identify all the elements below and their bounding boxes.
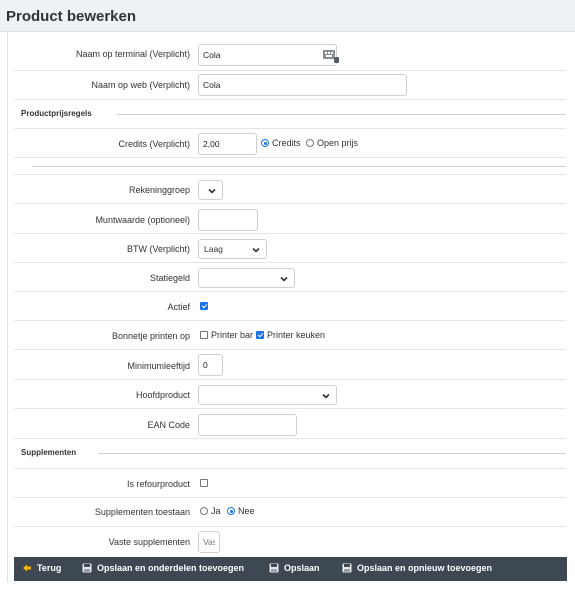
row-divider (14, 158, 566, 175)
section-divider (117, 114, 566, 115)
row-vaste-supplementen: Vaste supplementen (14, 527, 566, 556)
save-icon (269, 563, 279, 573)
radio-open-prijs-icon (306, 139, 314, 147)
naam-web-label: Naam op web (Verplicht) (91, 80, 190, 90)
printer-keuken-option[interactable]: Printer keuken (256, 330, 325, 340)
credits-input[interactable]: 2,00 (198, 133, 257, 155)
section-divider (98, 453, 566, 454)
bonnetje-label: Bonnetje printen op (111, 331, 190, 341)
row-ean: EAN Code (14, 409, 566, 439)
ean-label: EAN Code (147, 420, 190, 430)
credits-label: Credits (Verplicht) (118, 139, 190, 149)
section-productprijsregels-title: Productprijsregels (21, 109, 92, 118)
refourproduct-checkbox[interactable] (200, 479, 208, 487)
save-icon (82, 563, 92, 573)
rekeninggroep-label: Rekeninggroep (128, 185, 190, 195)
supplementen-radio-ja[interactable]: Ja (200, 506, 221, 516)
supplementen-toestaan-label: Supplementen toestaan (94, 507, 190, 517)
refourproduct-label: Is refourproduct (126, 479, 190, 489)
row-muntwaarde: Muntwaarde (optioneel) (14, 204, 566, 234)
minimumleeftijd-label: Minimumleeftijd (127, 361, 190, 371)
row-hoofdproduct: Hoofdproduct (14, 380, 566, 409)
hoofdproduct-select[interactable] (198, 385, 337, 405)
muntwaarde-label: Muntwaarde (optioneel) (95, 215, 190, 225)
row-minimumleeftijd: Minimumleeftijd 0 (14, 350, 566, 380)
btw-value: Laag (204, 244, 223, 254)
btw-select[interactable]: Laag (198, 239, 267, 259)
footer-toolbar: Terug Opslaan en onderdelen toevoegen Op… (14, 557, 567, 581)
radio-open-prijs-label: Open prijs (317, 138, 359, 148)
minimumleeftijd-value: 0 (203, 360, 208, 370)
statiegeld-label: Statiegeld (149, 273, 190, 283)
ean-input[interactable] (198, 414, 297, 436)
page-title: Product bewerken (6, 8, 137, 25)
section-supplementen-title: Supplementen (21, 448, 77, 457)
muntwaarde-input[interactable] (198, 209, 258, 231)
row-bonnetje: Bonnetje printen op Printer bar Printer … (14, 321, 566, 350)
printer-bar-checkbox[interactable] (200, 331, 208, 339)
page-header: Product bewerken (0, 0, 575, 32)
chevron-down-icon (280, 276, 288, 282)
section-productprijsregels: Productprijsregels (14, 109, 566, 121)
radio-credits-icon (261, 139, 269, 147)
terug-button[interactable]: Terug (22, 563, 61, 573)
printer-bar-label: Printer bar (211, 330, 254, 340)
terug-label: Terug (37, 563, 62, 573)
row-naam-terminal: Naam op terminal (Verplicht) Cola (14, 39, 566, 71)
save-icon (342, 563, 352, 573)
chevron-down-icon (208, 188, 216, 194)
opslaan-onderdelen-label: Opslaan en onderdelen toevoegen (97, 563, 245, 573)
printer-keuken-checkbox[interactable] (256, 331, 264, 339)
naam-terminal-value: Cola (203, 50, 221, 60)
opslaan-label: Opslaan (284, 563, 320, 573)
price-rule-divider (32, 166, 566, 167)
btw-label: BTW (Verplicht) (126, 244, 190, 254)
naam-web-input[interactable]: Cola (198, 74, 407, 96)
vaste-supplementen-label: Vaste supplementen (108, 537, 190, 547)
row-rekeninggroep: Rekeninggroep (14, 175, 566, 204)
credits-radio-credits[interactable]: Credits (261, 138, 301, 148)
supplementen-radio-nee[interactable]: Nee (227, 506, 255, 516)
opslaan-opnieuw-label: Opslaan en opnieuw toevoegen (357, 563, 493, 573)
credits-radio-open-prijs[interactable]: Open prijs (306, 138, 358, 148)
radio-ja-label: Ja (211, 506, 221, 516)
row-supplementen-toestaan: Supplementen toestaan Ja Nee (14, 498, 566, 527)
row-credits: Credits (Verplicht) 2,00 Credits Open pr… (14, 128, 566, 158)
vaste-supplementen-input[interactable] (198, 531, 220, 553)
chevron-down-icon (322, 393, 330, 399)
actief-checkbox[interactable] (200, 302, 208, 310)
radio-nee-label: Nee (238, 506, 255, 516)
opslaan-onderdelen-button[interactable]: Opslaan en onderdelen toevoegen (82, 563, 244, 573)
rekeninggroep-select[interactable] (198, 180, 223, 200)
chevron-down-icon (252, 247, 260, 253)
printer-bar-option[interactable]: Printer bar (200, 330, 253, 340)
hoofdproduct-label: Hoofdproduct (135, 390, 190, 400)
statiegeld-select[interactable] (198, 268, 295, 288)
arrow-left-icon (23, 564, 31, 572)
section-supplementen: Supplementen (14, 448, 566, 460)
radio-nee-icon (227, 507, 235, 515)
keyboard-icon[interactable] (323, 49, 339, 63)
row-actief: Actief (14, 292, 566, 321)
radio-credits-label: Credits (272, 138, 301, 148)
opslaan-button[interactable]: Opslaan (269, 563, 320, 573)
printer-keuken-label: Printer keuken (267, 330, 326, 340)
row-statiegeld: Statiegeld (14, 263, 566, 292)
naam-terminal-label: Naam op terminal (Verplicht) (75, 49, 190, 59)
row-naam-web: Naam op web (Verplicht) Cola (14, 71, 566, 100)
naam-web-value: Cola (203, 80, 221, 90)
radio-ja-icon (200, 507, 208, 515)
naam-terminal-input[interactable]: Cola (198, 44, 337, 66)
minimumleeftijd-input[interactable]: 0 (198, 354, 223, 376)
row-btw: BTW (Verplicht) Laag (14, 234, 566, 263)
actief-label: Actief (167, 302, 190, 312)
row-refourproduct: Is refourproduct (14, 468, 566, 498)
opslaan-opnieuw-button[interactable]: Opslaan en opnieuw toevoegen (342, 563, 492, 573)
credits-value: 2,00 (203, 139, 220, 149)
